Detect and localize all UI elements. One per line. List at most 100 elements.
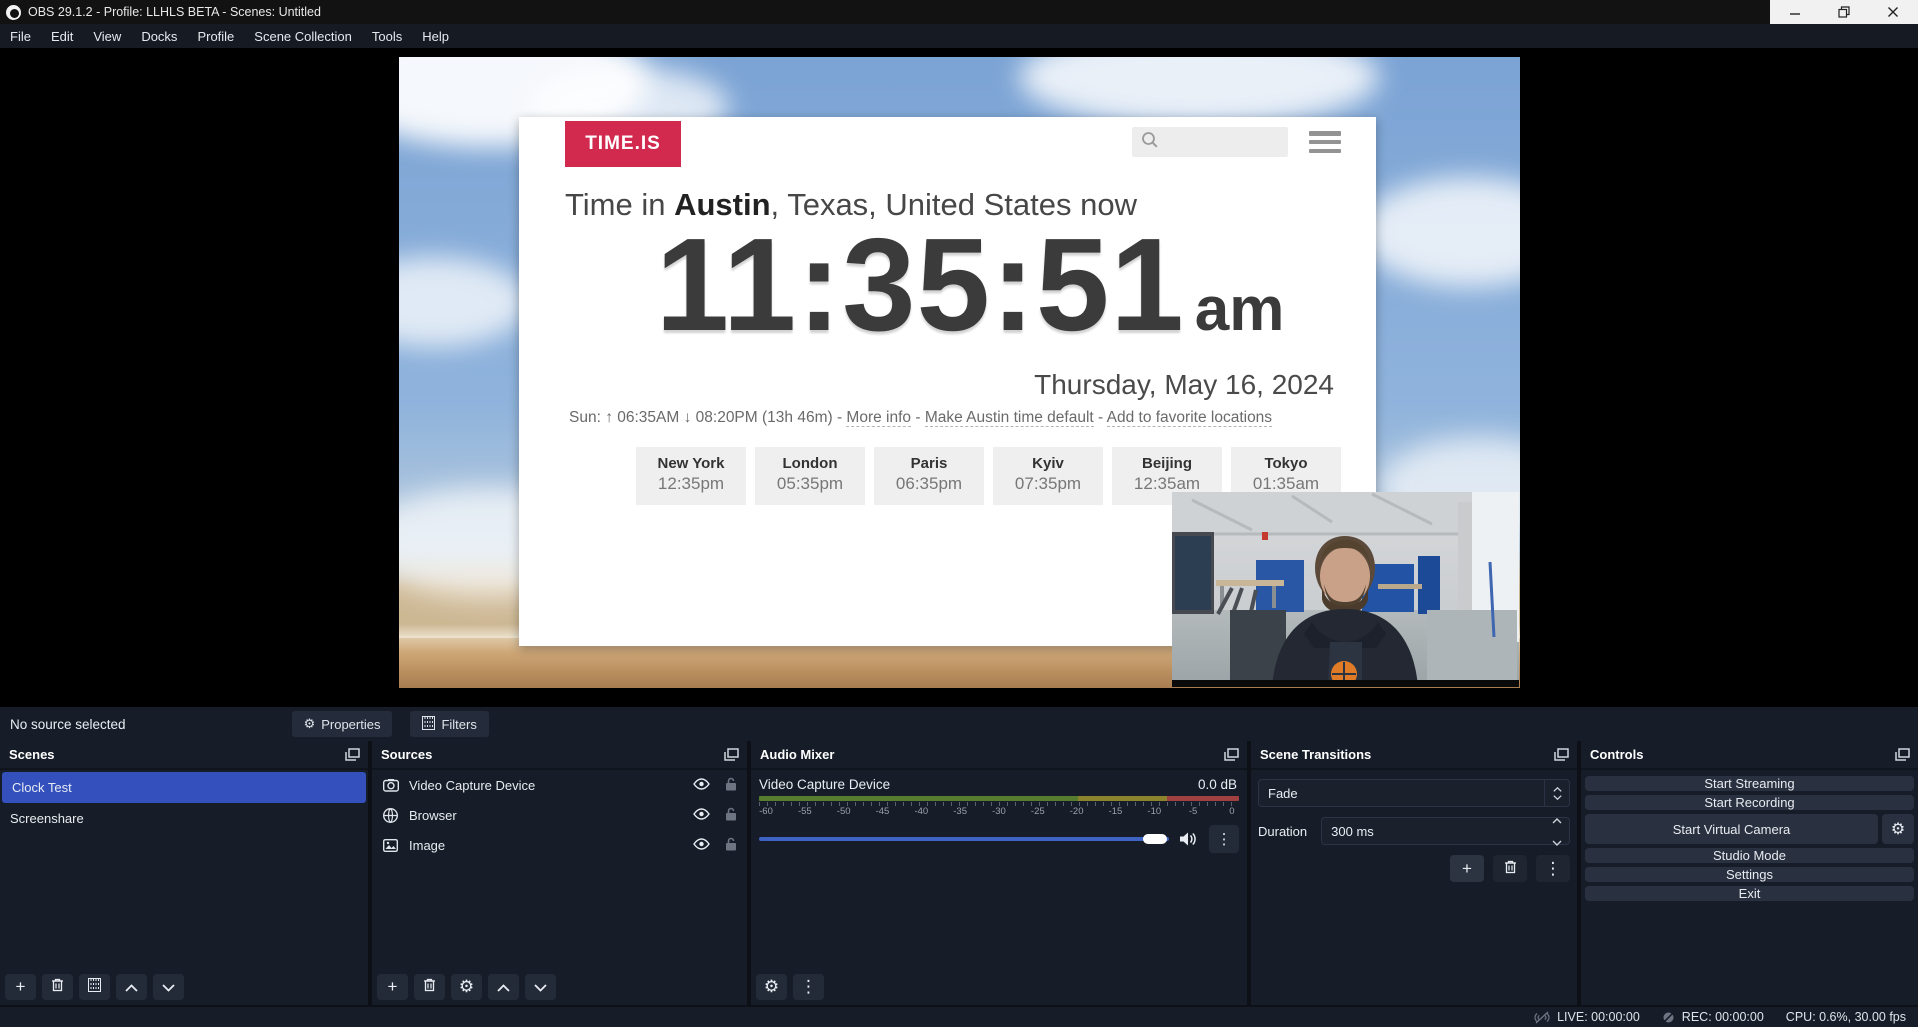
add-scene-button[interactable]: + [5,974,36,1000]
spin-up-icon[interactable] [1552,811,1562,829]
filters-icon [422,716,435,733]
make-default-link: Make Austin time default [925,409,1094,427]
minimize-icon[interactable] [1789,6,1801,18]
no-source-selected-label: No source selected [10,717,126,732]
visibility-eye-icon[interactable] [693,778,710,793]
source-item-video-capture[interactable]: Video Capture Device [372,770,747,800]
scene-item-clock-test[interactable]: Clock Test [2,772,366,803]
volume-slider[interactable] [759,837,1169,841]
audio-mixer-panel: Audio Mixer Video Capture Device 0.0 dB … [751,741,1247,1005]
move-source-down-button[interactable] [525,974,556,1000]
studio-mode-button[interactable]: Studio Mode [1585,848,1914,863]
menu-docks[interactable]: Docks [131,24,187,48]
plus-icon: + [388,977,398,997]
lock-icon[interactable] [725,837,737,854]
source-context-bar: No source selected ⚙ Properties Filters [0,707,1918,741]
menu-tools[interactable]: Tools [362,24,412,48]
search-input[interactable] [1132,127,1288,157]
menu-scene-collection[interactable]: Scene Collection [244,24,362,48]
speaker-icon[interactable] [1179,831,1197,847]
filters-icon [88,977,101,997]
move-scene-down-button[interactable] [153,974,184,1000]
add-source-button[interactable]: + [377,974,408,1000]
more-info-link: More info [846,409,911,427]
visibility-eye-icon[interactable] [693,808,710,823]
audio-mixer-panel-title: Audio Mixer [760,747,834,762]
remove-scene-button[interactable] [42,974,73,1000]
controls-panel: Controls Start Streaming Start Recording… [1581,741,1918,1005]
transition-menu-button[interactable]: ⋮ [1536,855,1570,882]
gears-icon: ⚙ [764,977,779,997]
hamburger-menu-icon[interactable] [1309,131,1341,153]
duration-spinner[interactable]: 300 ms [1321,817,1570,845]
popout-icon[interactable] [724,748,739,761]
advanced-audio-button[interactable]: ⚙ [756,974,787,1000]
transition-selected-value: Fade [1268,786,1298,801]
scene-preview-canvas[interactable]: TIME.IS Time in Austin, Texas, United St… [399,57,1520,688]
popout-icon[interactable] [345,748,360,761]
source-item-image[interactable]: Image [372,830,747,860]
menu-view[interactable]: View [83,24,131,48]
mixer-channel-menu-button[interactable]: ⋮ [1209,825,1239,853]
start-recording-button[interactable]: Start Recording [1585,795,1914,810]
scene-transitions-panel: Scene Transitions Fade Duration 300 ms [1251,741,1577,1005]
mixer-channel-name: Video Capture Device [759,777,890,792]
trash-icon [51,977,64,997]
menu-profile[interactable]: Profile [187,24,244,48]
live-time-label: LIVE: 00:00:00 [1557,1010,1640,1024]
lock-icon[interactable] [725,777,737,794]
spin-down-icon[interactable] [1552,833,1562,851]
cloud [399,257,529,347]
add-favorite-link: Add to favorite locations [1107,409,1272,427]
webcam-source[interactable] [1172,492,1519,687]
lock-icon[interactable] [725,807,737,824]
add-transition-button[interactable]: + [1450,855,1484,882]
plus-icon: + [1462,859,1472,879]
popout-icon[interactable] [1554,748,1569,761]
dots-vertical-icon: ⋮ [800,977,817,997]
settings-button[interactable]: Settings [1585,867,1914,882]
titlebar: OBS 29.1.2 - Profile: LLHLS BETA - Scene… [0,0,1918,24]
scene-item-screenshare[interactable]: Screenshare [0,803,368,834]
start-virtual-camera-button[interactable]: Start Virtual Camera [1585,814,1878,844]
scene-transitions-panel-title: Scene Transitions [1260,747,1371,762]
virtual-camera-settings-button[interactable]: ⚙ [1882,814,1914,844]
move-source-up-button[interactable] [488,974,519,1000]
remove-transition-button[interactable] [1493,855,1527,882]
restore-icon[interactable] [1838,6,1850,18]
sun-info-line: Sun: ↑ 06:35AM ↓ 08:20PM (13h 46m) - Mor… [569,409,1339,427]
gear-icon: ⚙ [459,977,474,997]
sources-panel-title: Sources [381,747,432,762]
popout-icon[interactable] [1895,748,1910,761]
move-scene-up-button[interactable] [116,974,147,1000]
remove-source-button[interactable] [414,974,445,1000]
volume-meter [759,796,1239,801]
mixer-menu-button[interactable]: ⋮ [793,974,824,1000]
menu-edit[interactable]: Edit [41,24,83,48]
source-properties-button[interactable]: ⚙ [451,974,482,1000]
city-card: Paris06:35pm [874,447,984,505]
start-streaming-button[interactable]: Start Streaming [1585,776,1914,791]
filters-button[interactable]: Filters [410,711,488,737]
source-item-browser[interactable]: Browser [372,800,747,830]
popout-icon[interactable] [1224,748,1239,761]
clock-display: 11:35:51am [575,209,1365,360]
dock-area: Scenes Clock Test Screenshare + Sources … [0,741,1918,1005]
menu-help[interactable]: Help [412,24,459,48]
properties-button[interactable]: ⚙ Properties [292,711,393,737]
exit-button[interactable]: Exit [1585,886,1914,901]
city-card: New York12:35pm [636,447,746,505]
status-bar: LIVE: 00:00:00 REC: 00:00:00 CPU: 0.6%, … [0,1005,1918,1027]
visibility-eye-icon[interactable] [693,838,710,853]
scenes-panel-title: Scenes [9,747,55,762]
duration-label: Duration [1258,824,1307,839]
menu-file[interactable]: File [0,24,41,48]
chevron-down-icon [534,977,547,997]
transition-select[interactable]: Fade [1258,779,1570,807]
window-title: OBS 29.1.2 - Profile: LLHLS BETA - Scene… [28,5,321,19]
scene-filters-button[interactable] [79,974,110,1000]
volume-slider-handle[interactable] [1143,834,1167,844]
close-icon[interactable] [1887,6,1899,18]
stream-inactive-icon [1534,1011,1550,1024]
sources-panel: Sources Video Capture Device Browser [372,741,747,1005]
